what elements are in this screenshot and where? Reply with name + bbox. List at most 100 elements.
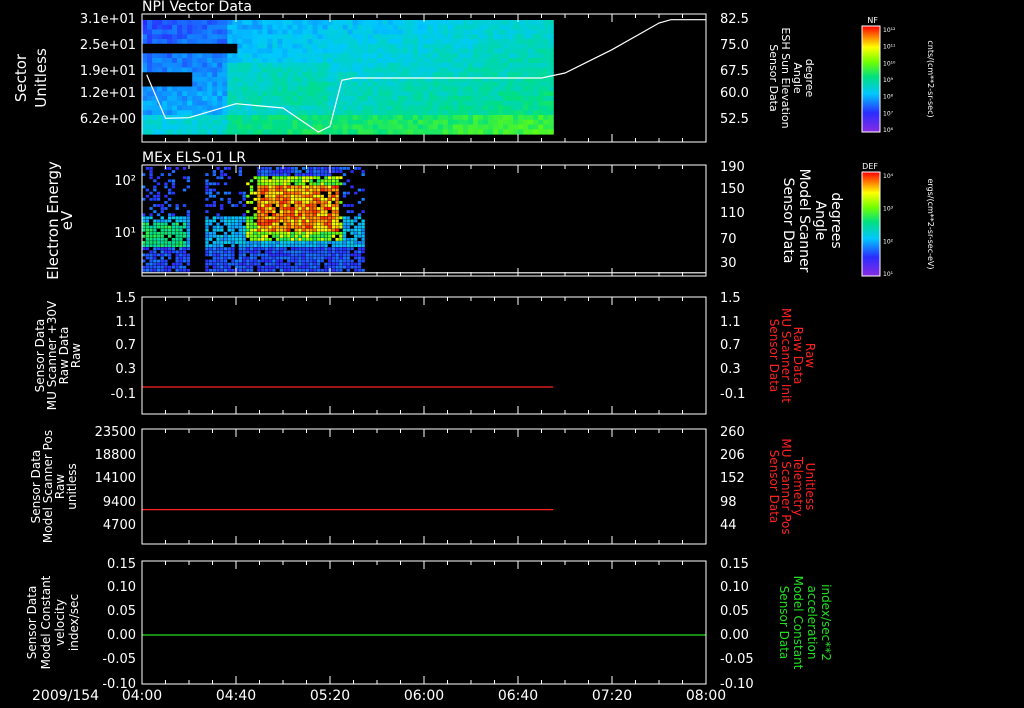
npi-cell [252, 34, 258, 40]
npi-cell [357, 110, 364, 116]
els-cell [153, 247, 157, 251]
npi-cell [432, 58, 439, 64]
npi-cell [177, 110, 183, 116]
els-cell [279, 259, 283, 263]
npi-cell [147, 24, 153, 31]
npi-cell [302, 62, 309, 69]
npi-cell [488, 91, 494, 97]
npi-cell [317, 58, 324, 64]
els-cell [305, 244, 309, 247]
els-cell [335, 238, 339, 241]
npi-cell [142, 43, 148, 50]
els-cell [298, 265, 302, 269]
npi-cell [292, 20, 299, 26]
els-cell [156, 231, 161, 235]
npi-cell [528, 110, 534, 116]
npi-cell [427, 72, 434, 78]
els-cell [350, 247, 354, 251]
npi-cell [468, 34, 474, 40]
els-cell [290, 191, 295, 195]
npi-cell [212, 96, 218, 102]
els-cell [287, 204, 291, 207]
npi-cell [412, 67, 419, 73]
els-cell [261, 191, 265, 195]
els-cell [164, 238, 168, 241]
npi-cell [197, 29, 203, 35]
npi-cell [207, 43, 213, 50]
els-cell [261, 201, 265, 204]
npi-cell [437, 110, 444, 116]
npi-cell [227, 43, 233, 50]
npi-cell [468, 24, 474, 31]
npi-cell [513, 29, 519, 35]
npi-cell [292, 29, 299, 35]
npi-cell [518, 24, 524, 31]
npi-cell [427, 86, 434, 92]
npi-cell [292, 62, 299, 69]
npi-cell [407, 86, 414, 92]
npi-cell [548, 110, 554, 116]
els-cell [287, 194, 291, 198]
npi-cell [347, 129, 354, 135]
npi-cell [347, 96, 354, 102]
npi-cell [337, 39, 344, 45]
npi-cell [262, 96, 268, 102]
npi-cell [392, 86, 399, 92]
npi-cell [272, 77, 278, 83]
els-cell [223, 182, 228, 186]
els-cell [309, 265, 313, 269]
els-cell [339, 259, 343, 263]
npi-cell [222, 119, 228, 126]
npi-cell [422, 100, 429, 107]
els-cell [268, 201, 272, 204]
npi-cell [202, 91, 208, 97]
npi-cell [277, 100, 283, 107]
npi-cell [312, 96, 319, 102]
els-cell [175, 265, 179, 269]
els-cell [182, 244, 187, 247]
npi-cell [267, 34, 273, 40]
els-cell [331, 234, 336, 238]
els-cell [354, 234, 358, 238]
npi-cell [508, 58, 514, 64]
els-cell [253, 241, 257, 244]
npi-cell [217, 81, 223, 88]
npi-cell [342, 91, 349, 97]
npi-cell [387, 124, 394, 130]
npi-cell [182, 29, 188, 35]
npi-cell [242, 77, 248, 83]
npi-cell [157, 20, 163, 26]
els-cell [346, 204, 350, 207]
npi-cell [282, 58, 288, 64]
npi-cell [387, 29, 394, 35]
npi-cell [412, 48, 419, 54]
els-cell [324, 262, 328, 266]
left-tick-label: 10² [114, 174, 136, 189]
els-cell [216, 268, 220, 272]
npi-cell [347, 58, 354, 64]
els-cell [313, 170, 317, 173]
npi-cell [367, 110, 374, 116]
npi-cell [387, 24, 394, 31]
npi-cell [407, 43, 414, 50]
els-cell [339, 225, 343, 229]
npi-cell [427, 34, 434, 40]
npi-cell [508, 48, 514, 54]
npi-cell [167, 105, 173, 111]
npi-cell [483, 105, 489, 111]
els-cell [335, 191, 339, 195]
npi-cell [227, 24, 233, 31]
els-cell [212, 247, 216, 251]
els-cell [287, 250, 291, 254]
npi-cell [498, 62, 504, 69]
els-cell [328, 216, 332, 220]
els-cell [257, 204, 261, 207]
npi-cell [332, 77, 339, 83]
els-cell [205, 262, 209, 266]
npi-cell [282, 129, 288, 135]
npi-cell [207, 39, 213, 45]
npi-cell [292, 43, 299, 50]
npi-cell [232, 39, 238, 45]
els-cell [242, 241, 246, 244]
els-cell [209, 244, 213, 247]
